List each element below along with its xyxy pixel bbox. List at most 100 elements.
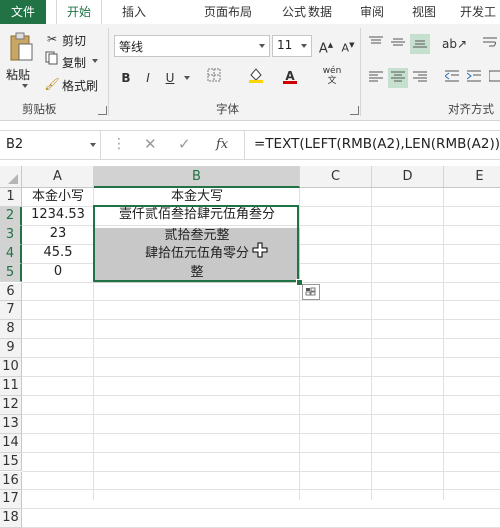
column-gridline: [371, 188, 372, 500]
cancel-icon[interactable]: ✕: [144, 135, 157, 153]
font-group-label: 字体: [216, 102, 239, 116]
column-header-b[interactable]: B: [94, 166, 300, 188]
cell-b1[interactable]: 本金大写: [94, 188, 300, 206]
align-center-icon[interactable]: [388, 68, 408, 88]
chevron-down-icon: [90, 143, 96, 147]
decrease-indent-icon[interactable]: [442, 68, 462, 88]
cut-button[interactable]: 剪切: [62, 32, 86, 49]
column-header-c[interactable]: C: [300, 166, 372, 188]
tab-developer[interactable]: 开发工: [452, 0, 500, 24]
enter-icon[interactable]: ✓: [178, 135, 191, 153]
font-name-select[interactable]: 等线: [114, 35, 270, 57]
tab-insert[interactable]: 插入: [112, 0, 156, 24]
increase-font-icon[interactable]: A▲: [316, 35, 336, 56]
align-right-icon[interactable]: [410, 68, 430, 88]
column-header-d[interactable]: D: [372, 166, 444, 188]
copy-button[interactable]: 复制: [62, 54, 86, 71]
font-size-value: 11: [277, 38, 293, 52]
cell-a4[interactable]: 45.5: [22, 244, 94, 262]
alignment-group-label: 对齐方式: [448, 102, 494, 116]
paste-dropdown-icon[interactable]: [22, 84, 28, 88]
ribbon-tab-bar: 文件 开始 插入 页面布局 公式 数据 审阅 视图 开发工: [0, 0, 500, 26]
row-header-13[interactable]: 13: [0, 414, 22, 434]
row-header-5[interactable]: 5: [0, 263, 22, 283]
copy-icon: [42, 51, 62, 71]
scissors-icon: ✂: [46, 32, 58, 46]
tab-page-layout[interactable]: 页面布局: [196, 0, 260, 24]
selection-border: [93, 205, 299, 282]
format-painter-button[interactable]: 格式刷: [62, 77, 98, 94]
row-header-9[interactable]: 9: [0, 339, 22, 359]
underline-button[interactable]: U: [160, 68, 180, 88]
formula-bar: B2 ⋮ ✕ ✓ fx =TEXT(LEFT(RMB(A2),LEN(RMB(A…: [0, 130, 500, 160]
chevron-down-icon: [259, 44, 265, 48]
cell-a1[interactable]: 本金小写: [22, 188, 94, 206]
row-gridline: [22, 508, 500, 510]
name-box[interactable]: B2: [0, 131, 101, 159]
divider: [244, 131, 245, 159]
font-size-select[interactable]: 11: [272, 35, 312, 57]
increase-indent-icon[interactable]: [464, 68, 484, 88]
row-header-15[interactable]: 15: [0, 452, 22, 472]
bold-button[interactable]: B: [116, 68, 136, 88]
tab-home[interactable]: 开始: [56, 0, 102, 26]
group-divider: [360, 28, 361, 116]
borders-icon[interactable]: [204, 68, 224, 88]
font-name-value: 等线: [119, 40, 144, 54]
tab-file[interactable]: 文件: [0, 0, 46, 24]
underline-dropdown-icon[interactable]: [184, 76, 190, 80]
column-header-e[interactable]: E: [444, 166, 500, 188]
copy-dropdown-icon[interactable]: [92, 59, 98, 63]
row-header-14[interactable]: 14: [0, 433, 22, 453]
row-header-2[interactable]: 2: [0, 206, 22, 226]
font-launcher-icon[interactable]: [350, 106, 359, 115]
wrap-text-icon[interactable]: [480, 34, 500, 54]
tab-review[interactable]: 审阅: [352, 0, 392, 24]
formula-input[interactable]: =TEXT(LEFT(RMB(A2),LEN(RMB(A2))-3: [254, 136, 500, 152]
font-color-icon[interactable]: A: [280, 66, 300, 86]
row-header-16[interactable]: 16: [0, 471, 22, 491]
quick-analysis-icon[interactable]: [302, 284, 320, 300]
row-header-12[interactable]: 12: [0, 395, 22, 415]
insert-function-button[interactable]: fx: [216, 137, 228, 152]
paste-button[interactable]: 粘贴: [6, 66, 30, 83]
fill-color-icon[interactable]: [246, 66, 266, 86]
row-header-18[interactable]: 18: [0, 509, 22, 528]
align-top-icon[interactable]: [366, 34, 386, 54]
clipboard-launcher-icon[interactable]: [98, 106, 107, 115]
cross-cursor-icon: [252, 242, 268, 258]
row-header-10[interactable]: 10: [0, 358, 22, 377]
chevron-down-icon: [301, 44, 307, 48]
row-header-4[interactable]: 4: [0, 244, 22, 264]
decrease-font-icon[interactable]: A▼: [338, 35, 358, 55]
select-all-corner[interactable]: [0, 166, 22, 188]
column-header-a[interactable]: A: [22, 166, 94, 188]
row-header-11[interactable]: 11: [0, 377, 22, 396]
align-left-icon[interactable]: [366, 68, 386, 88]
column-gridline: [443, 188, 444, 500]
more-dots-icon: ⋮: [112, 136, 126, 152]
cell-a3[interactable]: 23: [22, 225, 94, 243]
clipboard-group-label: 剪贴板: [22, 102, 57, 116]
tab-data[interactable]: 数据: [300, 0, 340, 24]
cell-a5[interactable]: 0: [22, 263, 94, 281]
ribbon: 粘贴 ✂ 剪切 复制 🖌 格式刷 剪贴板 等线 11 A▲ A▼ B I U A…: [0, 24, 500, 121]
paste-icon[interactable]: [8, 32, 34, 64]
row-header-3[interactable]: 3: [0, 225, 22, 245]
align-middle-icon[interactable]: [388, 34, 408, 54]
orientation-icon[interactable]: ab↗: [442, 34, 467, 54]
row-header-1[interactable]: 1: [0, 188, 22, 207]
row-header-7[interactable]: 7: [0, 301, 22, 321]
cell-a2[interactable]: 1234.53: [22, 206, 94, 224]
name-box-value: B2: [6, 137, 24, 152]
row-header-6[interactable]: 6: [0, 282, 22, 302]
phonetic-icon[interactable]: wén 文: [322, 66, 342, 86]
italic-button[interactable]: I: [138, 68, 158, 88]
align-bottom-icon[interactable]: [410, 34, 430, 54]
spreadsheet-grid: A B C D E 1 2 3 4 5 6 7 8 9 10 11 12 13 14 15 16 17 18 本金…: [0, 166, 500, 528]
format-painter-icon: 🖌: [44, 77, 60, 91]
tab-view[interactable]: 视图: [404, 0, 444, 24]
row-header-8[interactable]: 8: [0, 320, 22, 340]
merge-center-icon[interactable]: [486, 68, 500, 88]
group-divider: [108, 28, 109, 116]
